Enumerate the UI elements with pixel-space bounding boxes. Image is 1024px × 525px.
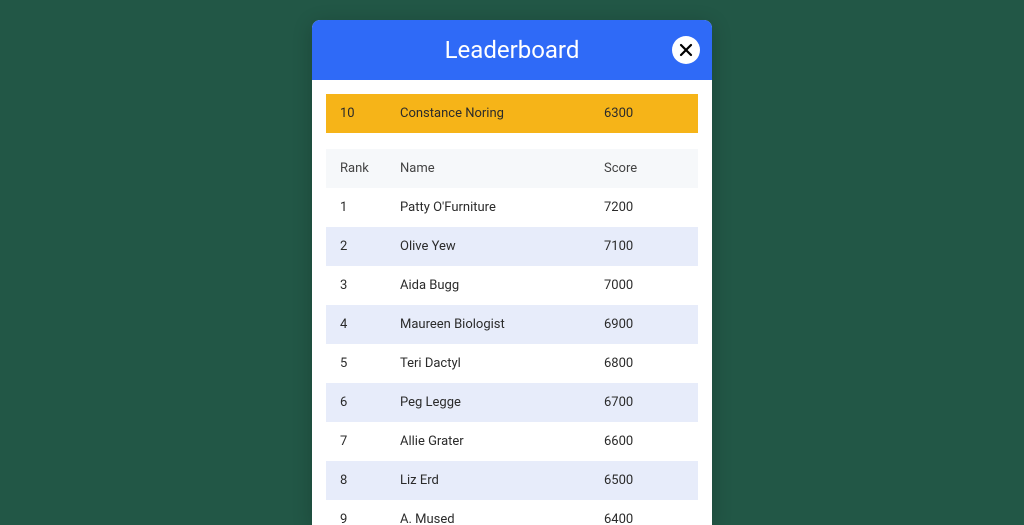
cell-name: Allie Grater [400, 434, 604, 449]
cell-score: 6500 [604, 473, 684, 488]
table-row: 2Olive Yew7100 [326, 227, 698, 266]
table-row: 7Allie Grater6600 [326, 422, 698, 461]
cell-rank: 6 [340, 395, 400, 410]
cell-rank: 3 [340, 278, 400, 293]
cell-name: A. Mused [400, 512, 604, 525]
cell-name: Liz Erd [400, 473, 604, 488]
table-row: 3Aida Bugg7000 [326, 266, 698, 305]
table-row: 9A. Mused6400 [326, 500, 698, 525]
table-row: 5Teri Dactyl6800 [326, 344, 698, 383]
modal-body[interactable]: 10 Constance Noring 6300 Rank Name Score… [312, 80, 712, 525]
cell-rank: 2 [340, 239, 400, 254]
cell-score: 7100 [604, 239, 684, 254]
cell-name: Olive Yew [400, 239, 604, 254]
col-name: Name [400, 161, 604, 176]
table-row: 8Liz Erd6500 [326, 461, 698, 500]
table-row: 6Peg Legge6700 [326, 383, 698, 422]
cell-name: Teri Dactyl [400, 356, 604, 371]
cell-score: 6600 [604, 434, 684, 449]
cell-rank: 7 [340, 434, 400, 449]
cell-rank: 8 [340, 473, 400, 488]
cell-score: 7200 [604, 200, 684, 215]
leaderboard-modal: Leaderboard 10 Constance Noring 6300 Ran… [312, 20, 712, 525]
table-row: 4Maureen Biologist6900 [326, 305, 698, 344]
cell-name: Patty O'Furniture [400, 200, 604, 215]
cell-name: Maureen Biologist [400, 317, 604, 332]
highlight-rank: 10 [340, 106, 400, 121]
table-header: Rank Name Score [326, 149, 698, 188]
cell-score: 6800 [604, 356, 684, 371]
cell-name: Aida Bugg [400, 278, 604, 293]
cell-rank: 1 [340, 200, 400, 215]
cell-rank: 9 [340, 512, 400, 525]
highlight-score: 6300 [604, 106, 684, 121]
table-row: 1Patty O'Furniture7200 [326, 188, 698, 227]
cell-score: 6900 [604, 317, 684, 332]
col-score: Score [604, 161, 684, 176]
cell-score: 7000 [604, 278, 684, 293]
cell-score: 6400 [604, 512, 684, 525]
highlight-name: Constance Noring [400, 106, 604, 121]
cell-score: 6700 [604, 395, 684, 410]
col-rank: Rank [340, 161, 400, 176]
modal-header: Leaderboard [312, 20, 712, 80]
modal-title: Leaderboard [445, 36, 580, 64]
close-button[interactable] [672, 36, 700, 64]
cell-rank: 5 [340, 356, 400, 371]
close-icon [679, 43, 693, 57]
highlight-row: 10 Constance Noring 6300 [326, 94, 698, 133]
table-body: 1Patty O'Furniture72002Olive Yew71003Aid… [326, 188, 698, 525]
cell-name: Peg Legge [400, 395, 604, 410]
cell-rank: 4 [340, 317, 400, 332]
